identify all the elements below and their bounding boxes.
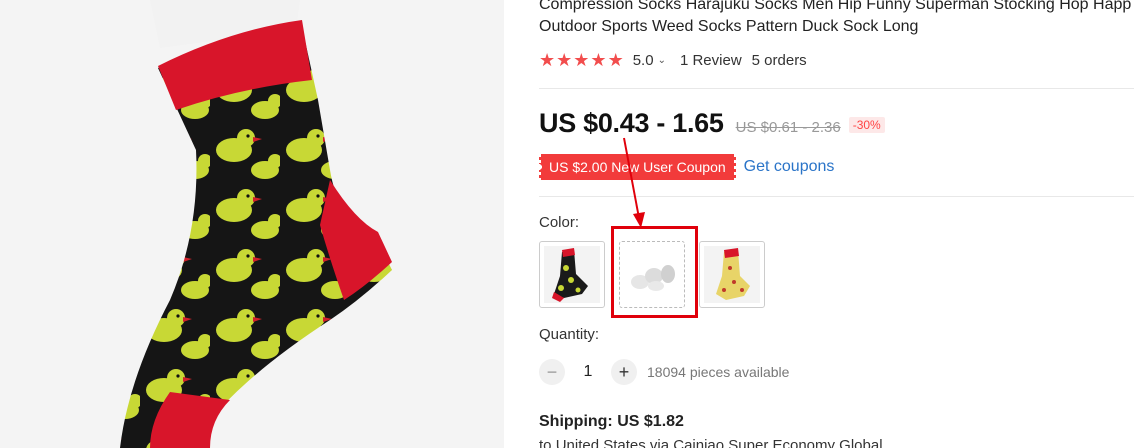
get-coupons-link[interactable]: Get coupons	[744, 158, 835, 176]
product-title-line-2: Outdoor Sports Weed Socks Pattern Duck S…	[539, 18, 919, 35]
rating-score[interactable]: 5.0	[633, 52, 654, 69]
color-option-yellow[interactable]	[699, 241, 765, 308]
selected-color-highlight	[611, 226, 698, 318]
quantity-decrease-button[interactable]: −	[539, 359, 565, 385]
product-main-image[interactable]	[0, 0, 504, 448]
rating-row: ★ ★ ★ ★ ★ 5.0 ⌄ 1 Review 5 orders	[539, 50, 807, 70]
star-icon: ★	[539, 50, 556, 70]
star-icon: ★	[573, 50, 590, 70]
quantity-increase-button[interactable]: +	[611, 359, 637, 385]
quantity-stepper: − 1 + 18094 pieces available	[539, 359, 789, 385]
quantity-label: Quantity:	[539, 326, 600, 343]
duck-sock-illustration	[120, 0, 392, 448]
discount-badge: -30%	[848, 117, 885, 133]
coupon-row: US $2.00 New User Coupon Get coupons	[537, 154, 835, 180]
pieces-available: 18094 pieces available	[647, 364, 790, 380]
shipping-label: Shipping:	[539, 413, 613, 430]
color-label: Color:	[539, 214, 580, 231]
original-price: US $0.61 - 2.36	[735, 119, 841, 136]
current-price: US $0.43 - 1.65	[539, 108, 724, 138]
divider	[539, 196, 1134, 197]
shipping-prefix: to	[539, 437, 552, 448]
star-icon: ★	[607, 50, 624, 70]
shipping-price: Shipping: US $1.82	[539, 413, 684, 431]
divider	[539, 88, 1134, 89]
product-title-line-1: Compression Socks Harajuku Socks Men Hip…	[539, 0, 1132, 13]
product-title: Compression Socks Harajuku Socks Men Hip…	[539, 0, 1134, 38]
yellow-sock-thumbnail	[704, 246, 760, 303]
rating-stars: ★ ★ ★ ★ ★	[539, 51, 625, 69]
black-duck-sock-thumbnail	[544, 246, 600, 303]
star-icon: ★	[556, 50, 573, 70]
quantity-input[interactable]: 1	[565, 363, 611, 381]
price-row: US $0.43 - 1.65 US $0.61 - 2.36 -30%	[539, 108, 885, 139]
chevron-down-icon[interactable]: ⌄	[658, 55, 666, 66]
star-icon: ★	[590, 50, 607, 70]
shipping-detail: to United States via Cainiao Super Econo…	[539, 437, 883, 448]
shipping-destination-link[interactable]: United States via Cainiao Super Economy …	[556, 437, 883, 448]
new-user-coupon[interactable]: US $2.00 New User Coupon	[537, 154, 738, 180]
reviews-link[interactable]: 1 Review	[680, 52, 742, 69]
color-option-black-duck[interactable]	[539, 241, 605, 308]
shipping-cost: US $1.82	[617, 413, 684, 430]
orders-count: 5 orders	[751, 51, 807, 69]
product-info-panel: Compression Socks Harajuku Socks Men Hip…	[504, 0, 1134, 448]
